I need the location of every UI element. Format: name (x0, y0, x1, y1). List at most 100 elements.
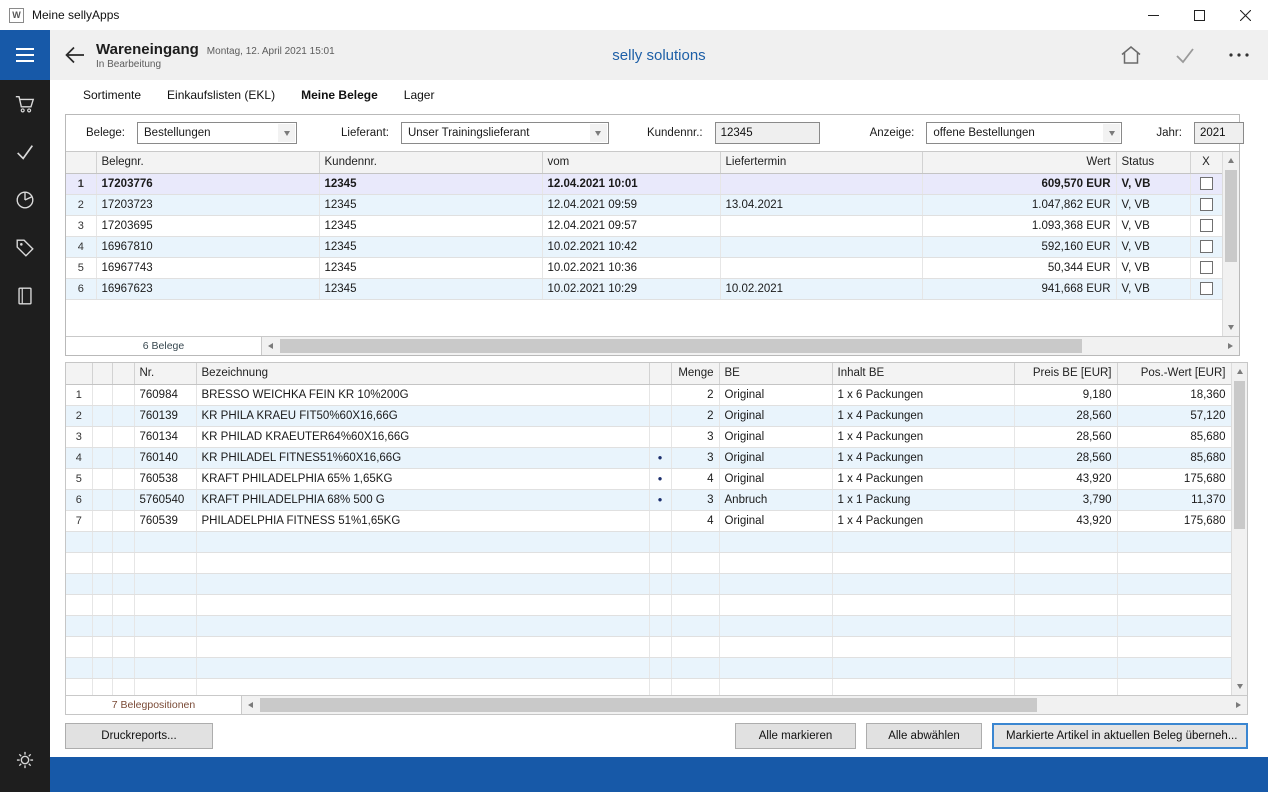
positionen-vertical-scrollbar[interactable] (1231, 363, 1247, 695)
scroll-thumb[interactable] (1234, 381, 1245, 529)
scroll-thumb[interactable] (280, 339, 1082, 353)
empty-cell (112, 615, 134, 636)
scroll-right-button[interactable] (1230, 696, 1247, 714)
cell-belegnr: 16967623 (96, 278, 319, 299)
scroll-track[interactable] (259, 696, 1230, 714)
position-row[interactable]: 6 5760540 KRAFT PHILADELPHIA 68% 500 G ●… (66, 489, 1231, 510)
cell-blank (112, 405, 134, 426)
cell-liefertermin: 13.04.2021 (720, 194, 922, 215)
header-kundennr: Kundennr. (319, 152, 542, 173)
beleg-row[interactable]: 6 16967623 12345 10.02.2021 10:29 10.02.… (66, 278, 1222, 299)
jahr-input[interactable] (1194, 122, 1244, 144)
lieferant-filter-select[interactable]: Unser Trainingslieferant (401, 122, 609, 144)
back-button[interactable] (58, 38, 92, 72)
beleg-row[interactable]: 3 17203695 12345 12.04.2021 09:57 1.093,… (66, 215, 1222, 236)
more-button[interactable] (1226, 42, 1252, 68)
cell-vom: 10.02.2021 10:29 (542, 278, 720, 299)
scroll-left-button[interactable] (262, 337, 279, 355)
scroll-track[interactable] (279, 337, 1222, 355)
scroll-up-button[interactable] (1223, 152, 1239, 169)
scroll-thumb[interactable] (260, 698, 1037, 712)
row-checkbox[interactable] (1200, 198, 1213, 211)
sidebar-item-statistics[interactable] (0, 176, 50, 224)
cell-wert: 609,570 EUR (922, 173, 1116, 194)
beleg-row[interactable]: 1 17203776 12345 12.04.2021 10:01 609,57… (66, 173, 1222, 194)
tab-item[interactable]: Sortimente (83, 88, 141, 102)
empty-cell (1117, 678, 1231, 695)
tab-item[interactable]: Meine Belege (301, 88, 378, 102)
header-blank (92, 363, 112, 384)
belege-filter-label: Belege: (86, 127, 125, 139)
tab-item[interactable]: Einkaufslisten (EKL) (167, 88, 275, 102)
confirm-button[interactable] (1172, 42, 1198, 68)
sidebar-item-cart[interactable] (0, 80, 50, 128)
alle-abwaehlen-button[interactable]: Alle abwählen (866, 723, 982, 749)
beleg-row[interactable]: 4 16967810 12345 10.02.2021 10:42 592,16… (66, 236, 1222, 257)
positionen-count-label: 7 Belegpositionen (112, 699, 195, 711)
empty-cell (649, 594, 671, 615)
jahr-label: Jahr: (1156, 127, 1182, 139)
empty-cell (196, 657, 649, 678)
anzeige-filter-value: offene Bestellungen (933, 127, 1034, 139)
minimize-button[interactable] (1130, 0, 1176, 30)
row-number: 6 (66, 278, 96, 299)
position-row[interactable]: 3 760134 KR PHILAD KRAEUTER64%60X16,66G … (66, 426, 1231, 447)
home-button[interactable] (1118, 42, 1144, 68)
empty-cell (112, 531, 134, 552)
row-checkbox[interactable] (1200, 261, 1213, 274)
sidebar-item-catalog[interactable] (0, 272, 50, 320)
druckreports-button[interactable]: Druckreports... (65, 723, 213, 749)
cell-liefertermin (720, 215, 922, 236)
alle-markieren-button[interactable]: Alle markieren (735, 723, 856, 749)
scroll-right-button[interactable] (1222, 337, 1239, 355)
scroll-up-button[interactable] (1232, 363, 1247, 380)
belege-filter-select[interactable]: Bestellungen (137, 122, 297, 144)
scroll-down-button[interactable] (1223, 319, 1239, 336)
scroll-left-button[interactable] (242, 696, 259, 714)
cell-pos-wert: 18,360 (1117, 384, 1231, 405)
position-row[interactable]: 4 760140 KR PHILADEL FITNES51%60X16,66G … (66, 447, 1231, 468)
sidebar-item-settings[interactable] (0, 736, 50, 784)
row-checkbox[interactable] (1200, 177, 1213, 190)
empty-cell (832, 678, 1014, 695)
empty-cell (92, 678, 112, 695)
scroll-track[interactable] (1223, 169, 1239, 319)
position-row[interactable]: 1 760984 BRESSO WEICHKA FEIN KR 10%200G … (66, 384, 1231, 405)
uebernehmen-button[interactable]: Markierte Artikel in aktuellen Beleg übe… (992, 723, 1248, 749)
scroll-down-button[interactable] (1232, 678, 1247, 695)
position-row[interactable]: 7 760539 PHILADELPHIA FITNESS 51%1,65KG … (66, 510, 1231, 531)
kundennr-input[interactable] (715, 122, 820, 144)
beleg-row[interactable]: 2 17203723 12345 12.04.2021 09:59 13.04.… (66, 194, 1222, 215)
sidebar-item-check[interactable] (0, 128, 50, 176)
page-datetime: Montag, 12. April 2021 15:01 (207, 46, 335, 57)
cell-pos-wert: 57,120 (1117, 405, 1231, 426)
position-row[interactable]: 2 760139 KR PHILA KRAEU FIT50%60X16,66G … (66, 405, 1231, 426)
scroll-track[interactable] (1232, 380, 1247, 678)
menu-button[interactable] (0, 30, 50, 80)
row-checkbox[interactable] (1200, 219, 1213, 232)
position-row[interactable]: 5 760538 KRAFT PHILADELPHIA 65% 1,65KG ●… (66, 468, 1231, 489)
cell-marker-dot (649, 510, 671, 531)
sidebar-item-tags[interactable] (0, 224, 50, 272)
close-button[interactable] (1222, 0, 1268, 30)
tab-item[interactable]: Lager (404, 88, 435, 102)
positionen-grid: Nr. Bezeichnung Menge BE Inhalt BE Preis… (66, 363, 1247, 695)
maximize-button[interactable] (1176, 0, 1222, 30)
empty-cell (92, 531, 112, 552)
scroll-thumb[interactable] (1225, 170, 1237, 262)
cell-artikelnr: 760984 (134, 384, 196, 405)
belege-vertical-scrollbar[interactable] (1222, 152, 1239, 336)
header-blank (112, 363, 134, 384)
empty-cell (92, 552, 112, 573)
empty-cell (1117, 531, 1231, 552)
beleg-row[interactable]: 5 16967743 12345 10.02.2021 10:36 50,344… (66, 257, 1222, 278)
cell-preis-be: 28,560 (1014, 405, 1117, 426)
price-tag-icon (14, 237, 36, 259)
row-checkbox[interactable] (1200, 240, 1213, 253)
belege-horizontal-scrollbar[interactable] (262, 337, 1239, 355)
app-header: Wareneingang Montag, 12. April 2021 15:0… (50, 30, 1268, 80)
anzeige-filter-select[interactable]: offene Bestellungen (926, 122, 1122, 144)
cell-preis-be: 28,560 (1014, 447, 1117, 468)
row-checkbox[interactable] (1200, 282, 1213, 295)
positionen-horizontal-scrollbar[interactable] (242, 696, 1247, 714)
